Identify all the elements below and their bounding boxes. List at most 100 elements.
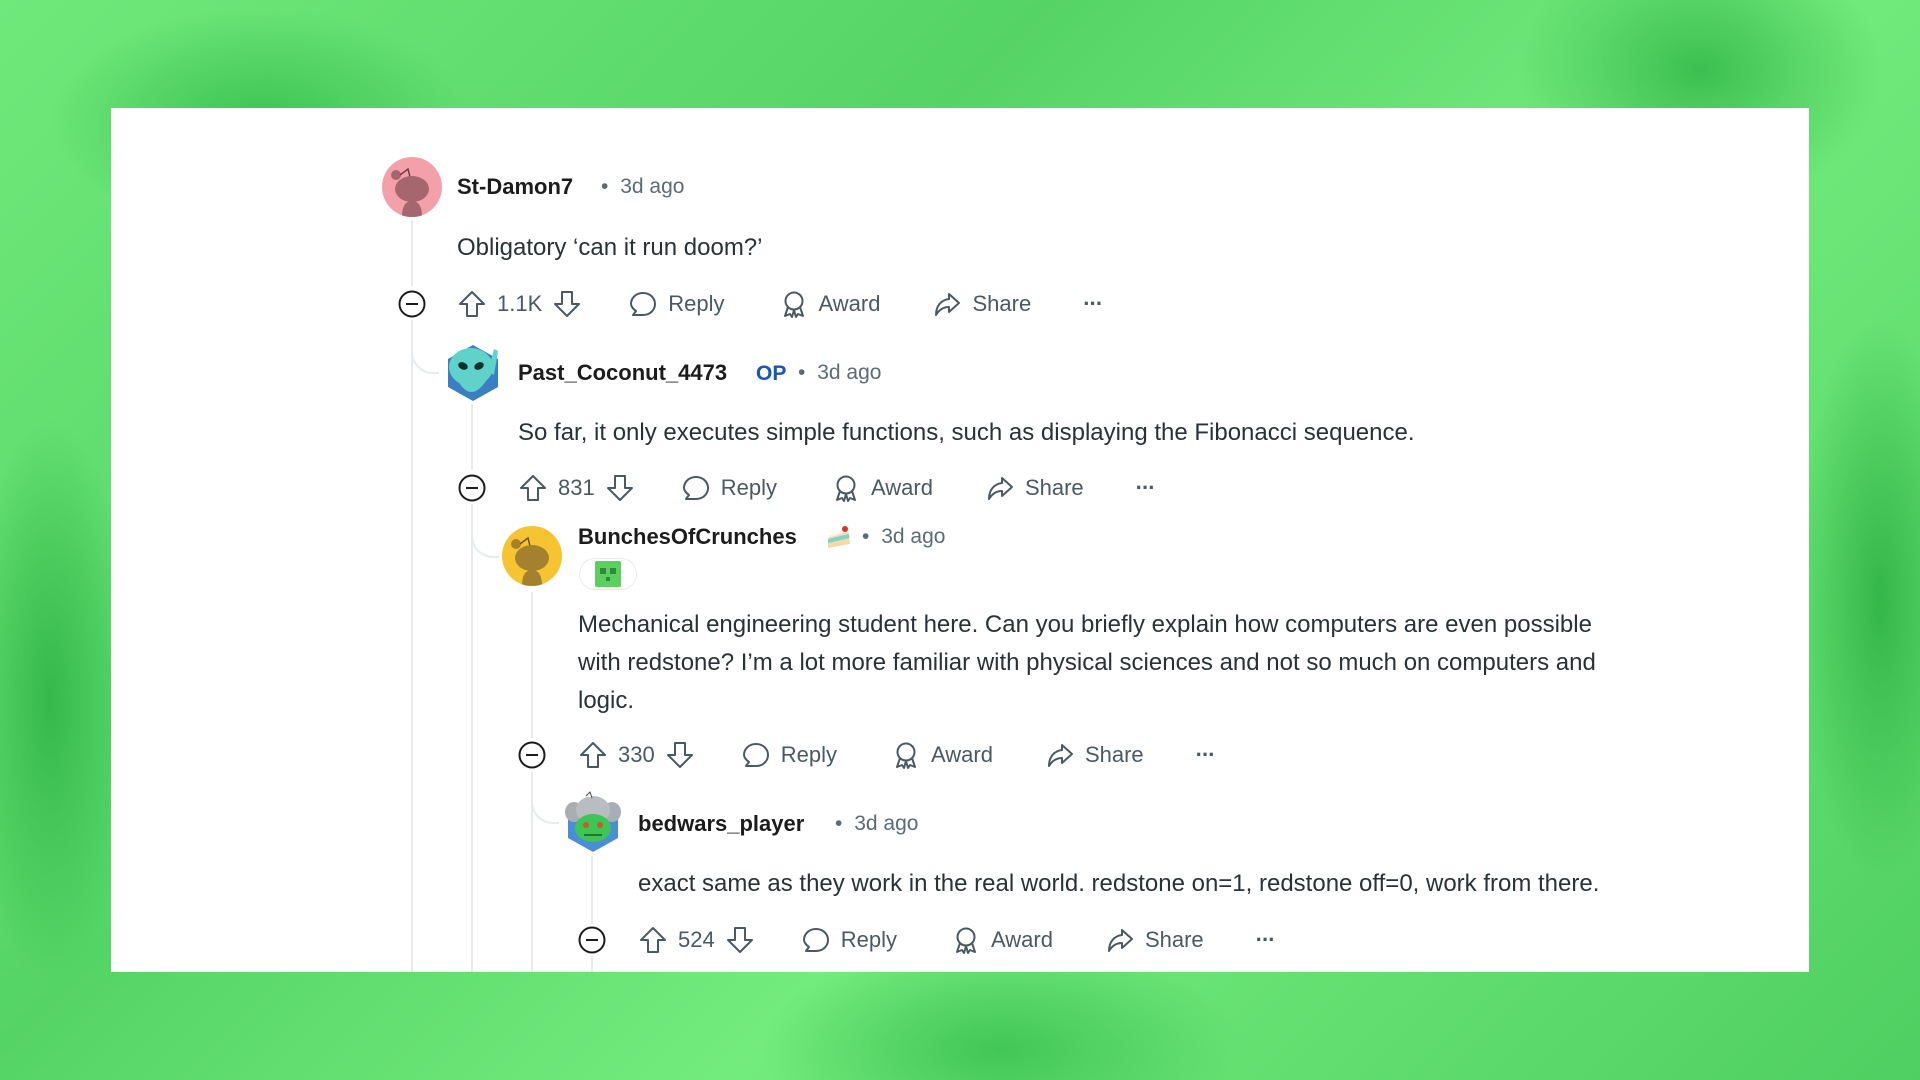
share-button[interactable]: Share	[932, 289, 1031, 319]
vote-group: 330	[578, 740, 695, 770]
comment-body: Mechanical engineering student here. Can…	[578, 606, 1596, 720]
koala-frog-avatar-icon	[565, 791, 621, 852]
vote-score: 330	[618, 742, 655, 767]
reply-bubble-icon	[742, 743, 769, 767]
user-flair	[579, 558, 637, 590]
thread-line-level-3[interactable]	[591, 856, 593, 924]
comment-actions: 831 Reply Award Share ···	[518, 468, 1156, 508]
award-icon	[783, 291, 804, 318]
comment-actions: 1.1K Reply Award Share ···	[457, 284, 1103, 324]
reply-button[interactable]: Reply	[681, 473, 777, 503]
share-label: Share	[972, 291, 1032, 316]
more-options-button[interactable]: ···	[1255, 927, 1276, 953]
username[interactable]: Past_Coconut_4473	[518, 359, 727, 387]
comment-body-line: Mechanical engineering student here. Can…	[578, 611, 1592, 638]
ellipsis-icon: ···	[1083, 291, 1103, 316]
share-label: Share	[1084, 742, 1144, 767]
comment-actions: 330 Reply Award Share ···	[578, 735, 1216, 775]
collapse-thread-icon[interactable]	[517, 740, 547, 770]
award-icon	[835, 475, 856, 502]
reply-button[interactable]: Reply	[741, 740, 837, 770]
downvote-icon[interactable]	[605, 473, 635, 503]
avatar[interactable]	[382, 157, 442, 217]
snoo-avatar-icon	[391, 167, 429, 217]
vote-score: 524	[678, 927, 715, 952]
ellipsis-icon: ···	[1135, 475, 1156, 500]
award-label: Award	[930, 742, 993, 767]
timestamp[interactable]: 3d ago	[881, 525, 945, 548]
thread-line-level-1[interactable]	[471, 404, 473, 470]
ellipsis-icon: ···	[1195, 742, 1216, 767]
meta-separator: •	[798, 361, 806, 384]
thread-elbow-level-3	[531, 794, 559, 824]
snoo-avatar-icon	[511, 536, 549, 586]
comment-body: Obligatory ‘can it run doom?’	[457, 229, 762, 267]
share-label: Share	[1024, 475, 1084, 500]
comment-body: exact same as they work in the real worl…	[638, 865, 1599, 903]
ellipsis-icon: ···	[1255, 927, 1276, 952]
alien-avatar-icon	[448, 345, 498, 401]
username[interactable]: bedwars_player	[638, 810, 804, 838]
reply-label: Reply	[668, 291, 725, 316]
comment-body: So far, it only executes simple function…	[518, 414, 1415, 452]
comment-meta: • 3d ago	[835, 810, 918, 838]
timestamp[interactable]: 3d ago	[817, 361, 881, 384]
upvote-icon[interactable]	[457, 289, 487, 319]
minecraft-slime-icon	[595, 561, 621, 587]
collapse-thread-icon[interactable]	[577, 925, 607, 955]
timestamp[interactable]: 3d ago	[854, 812, 918, 835]
username[interactable]: BunchesOfCrunches	[578, 523, 797, 551]
vote-score: 831	[558, 475, 595, 500]
award-icon	[955, 927, 976, 954]
avatar[interactable]	[562, 790, 624, 854]
upvote-icon[interactable]	[638, 925, 668, 955]
comment-body-line: Obligatory ‘can it run doom?’	[457, 234, 763, 261]
upvote-icon[interactable]	[578, 740, 608, 770]
award-button[interactable]: Award	[779, 289, 881, 319]
reply-label: Reply	[720, 475, 777, 500]
share-arrow-icon	[1107, 929, 1133, 952]
award-label: Award	[818, 291, 881, 316]
thread-line-level-2[interactable]	[531, 592, 533, 738]
award-icon	[895, 742, 916, 769]
thread-elbow-level-1	[411, 344, 439, 374]
reply-bubble-icon	[630, 292, 657, 316]
username[interactable]: St-Damon7	[457, 173, 573, 201]
thread-line-level-0[interactable]	[411, 220, 413, 286]
reply-button[interactable]: Reply	[801, 925, 897, 955]
timestamp[interactable]: 3d ago	[620, 175, 684, 198]
downvote-icon[interactable]	[552, 289, 582, 319]
more-options-button[interactable]: ···	[1195, 742, 1216, 768]
thread-elbow-level-2	[471, 528, 499, 558]
comment-thread-card: St-Damon7 • 3d ago Obligatory ‘can it ru…	[111, 108, 1809, 972]
upvote-icon[interactable]	[518, 473, 548, 503]
share-button[interactable]: Share	[985, 473, 1084, 503]
comment-meta: • 3d ago	[862, 523, 945, 551]
award-button[interactable]: Award	[831, 473, 933, 503]
reply-button[interactable]: Reply	[628, 289, 725, 319]
share-button[interactable]: Share	[1045, 740, 1144, 770]
vote-score: 1.1K	[497, 291, 543, 316]
reply-bubble-icon	[682, 476, 709, 500]
thread-line-level-0-lower[interactable]	[411, 320, 413, 972]
downvote-icon[interactable]	[725, 925, 755, 955]
avatar[interactable]	[442, 341, 504, 405]
avatar[interactable]	[502, 526, 562, 586]
thread-line-level-1-lower[interactable]	[471, 504, 473, 972]
comment-actions: 524 Reply Award Share ···	[638, 920, 1276, 960]
vote-group: 1.1K	[457, 289, 582, 319]
more-options-button[interactable]: ···	[1135, 475, 1156, 501]
collapse-thread-icon[interactable]	[457, 473, 487, 503]
share-button[interactable]: Share	[1105, 925, 1204, 955]
reply-bubble-icon	[802, 928, 829, 952]
more-options-button[interactable]: ···	[1083, 291, 1103, 317]
thread-line-level-3-lower[interactable]	[591, 956, 593, 972]
collapse-thread-icon[interactable]	[397, 289, 427, 319]
meta-separator: •	[835, 812, 843, 835]
award-button[interactable]: Award	[891, 740, 993, 770]
reply-label: Reply	[840, 927, 897, 952]
award-button[interactable]: Award	[951, 925, 1053, 955]
vote-group: 524	[638, 925, 755, 955]
downvote-icon[interactable]	[665, 740, 695, 770]
meta-separator: •	[601, 175, 609, 198]
